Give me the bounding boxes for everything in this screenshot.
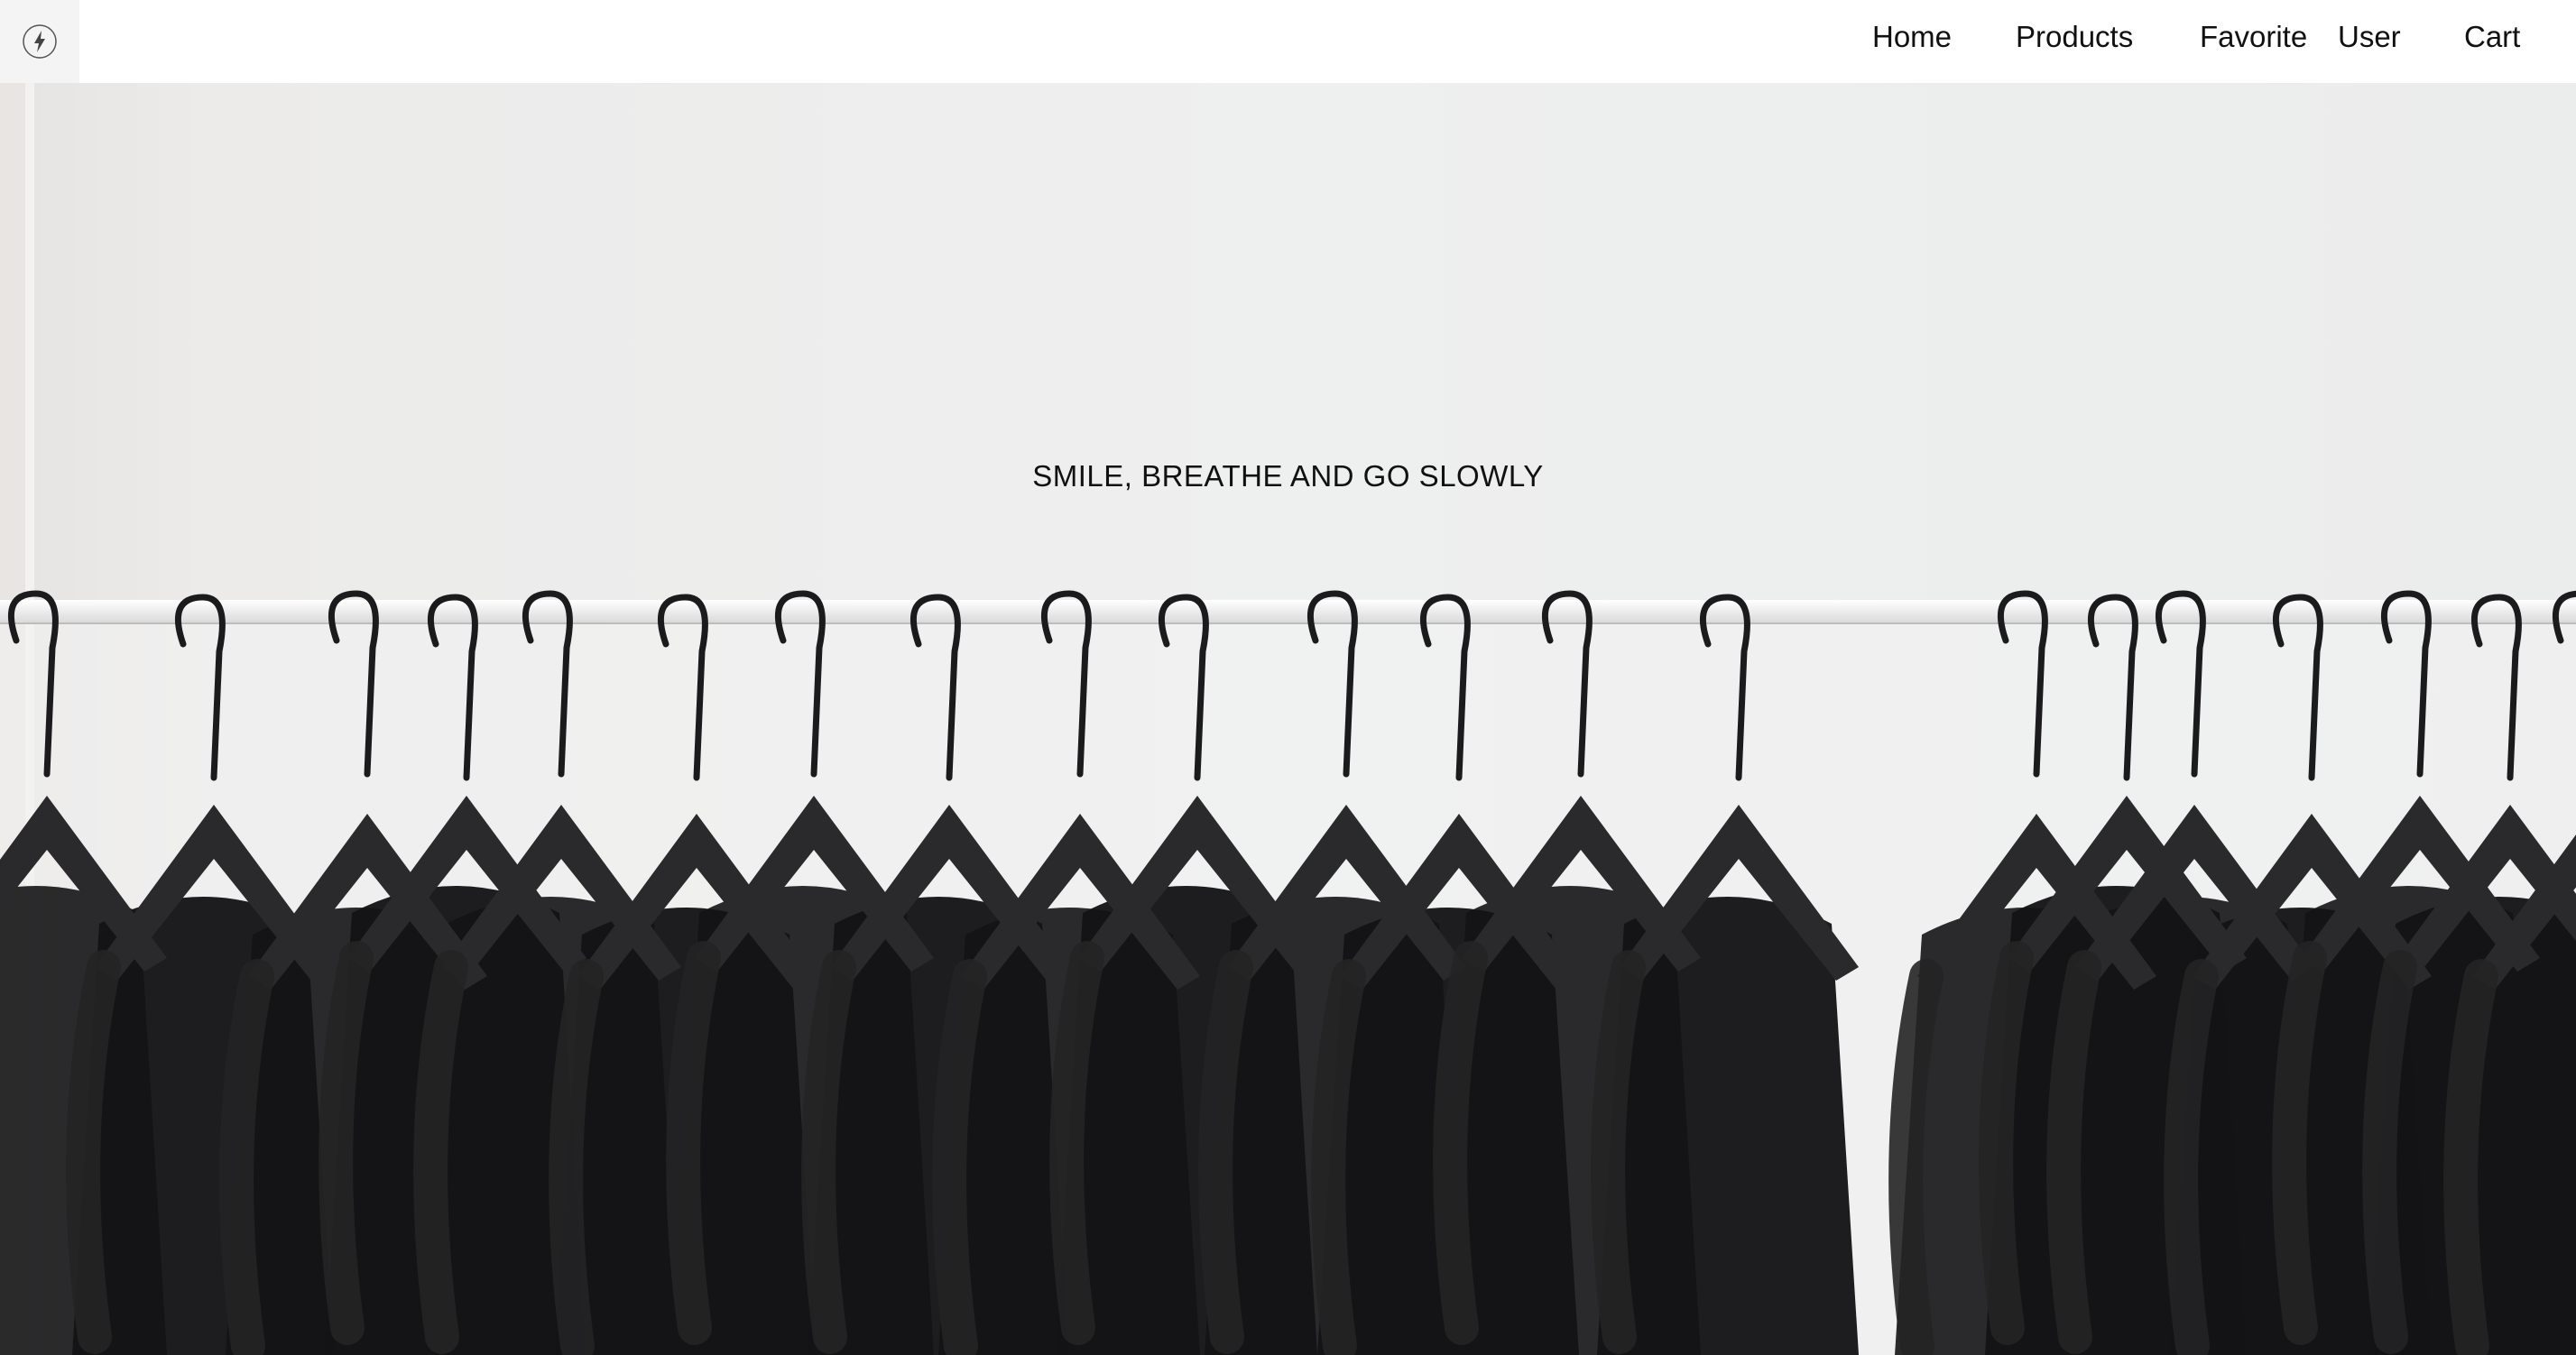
- nav-home[interactable]: Home: [1872, 20, 1952, 54]
- hero-tagline: SMILE, BREATHE AND GO SLOWLY: [1032, 459, 1544, 493]
- main-nav: Home Products Favorite User Cart: [0, 0, 2576, 78]
- clothing-rack-image: [0, 83, 2576, 1355]
- nav-user[interactable]: User: [2338, 20, 2401, 54]
- nav-cart[interactable]: Cart: [2464, 20, 2520, 54]
- nav-favorite[interactable]: Favorite: [2200, 20, 2307, 54]
- nav-products[interactable]: Products: [2016, 20, 2133, 54]
- hero-banner: SMILE, BREATHE AND GO SLOWLY: [0, 83, 2576, 1355]
- site-header: • Home Products Favorite User Cart: [0, 0, 2576, 83]
